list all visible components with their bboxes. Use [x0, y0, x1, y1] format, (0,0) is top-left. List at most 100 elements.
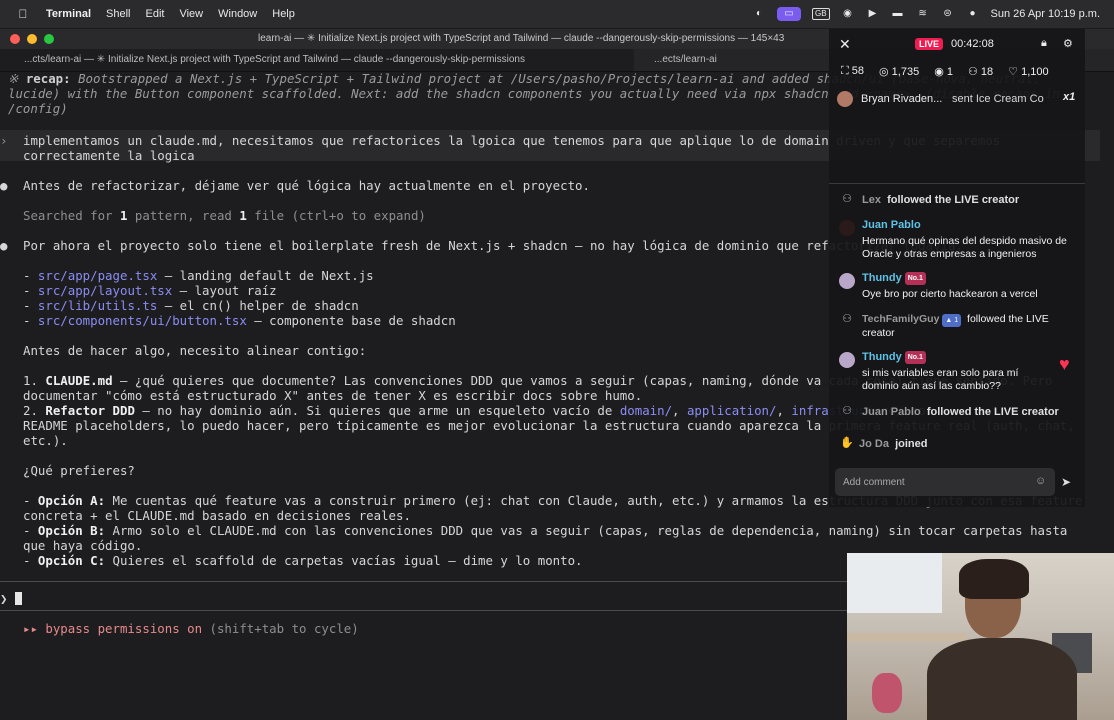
stat-followers-value: 18	[980, 66, 994, 78]
settings-icon[interactable]: ⚙	[1063, 37, 1073, 50]
file-desc: — layout raíz	[172, 283, 277, 298]
send-icon[interactable]: ➤	[1061, 475, 1071, 489]
menu-edit[interactable]: Edit	[146, 8, 165, 20]
point-2-line-1: 2. Refactor DDD — no hay dominio aún. Si…	[23, 403, 933, 418]
chat-message: followed the LIVE creator	[926, 406, 1059, 418]
privacy-indicator-icon[interactable]: ◐	[752, 8, 766, 20]
minimize-window-button[interactable]	[27, 34, 37, 44]
tab-learn-ai[interactable]: ...ects/learn-ai	[634, 49, 717, 71]
menu-help[interactable]: Help	[272, 8, 295, 20]
file-path[interactable]: src/lib/utils.ts	[38, 298, 157, 313]
streamer-hair	[959, 559, 1029, 599]
stat-followers: ⚇ 18	[968, 65, 993, 78]
screen-mirror-icon[interactable]: ▭	[776, 7, 801, 21]
user-icon[interactable]: ●	[966, 8, 980, 20]
user-message-line-2: correctamente la logica	[23, 148, 195, 163]
level-badge: ▲ 1	[942, 314, 962, 327]
point-2-number: 2.	[23, 403, 46, 418]
menubar-clock[interactable]: Sun 26 Apr 10:19 p.m.	[991, 8, 1100, 20]
chat-username-row: Thundy No.1	[862, 272, 926, 285]
gift-sender: Bryan Rivaden...	[861, 93, 943, 105]
chat-item-text: Jo Da joined	[859, 438, 927, 451]
chat-username: TechFamilyGuy	[862, 313, 940, 325]
point-1-line-2: documentar "cómo está estructurado X" an…	[23, 388, 643, 403]
point-2-text: — no hay dominio aún. Si quieres que arm…	[134, 403, 620, 418]
option-b-line-1: - Opción B: Armo solo el CLAUDE.md con l…	[23, 523, 1068, 538]
stat-views-value: 1,735	[891, 66, 920, 78]
assistant-line-2: Por ahora el proyecto solo tiene el boil…	[23, 238, 963, 253]
menu-window[interactable]: Window	[218, 8, 257, 20]
search-text-2: pattern, read	[127, 208, 240, 223]
chat-item-text: TechFamilyGuy ▲ 1 followed the LIVE creat…	[862, 313, 1072, 340]
prompt-line[interactable]: ❯	[0, 591, 22, 606]
battery-icon[interactable]: ▬	[891, 8, 905, 20]
search-text-1: Searched for	[23, 208, 120, 223]
stat-likes: ♡ 1,100	[1008, 65, 1048, 78]
stat-coins: ◉ 1	[934, 65, 953, 78]
level-value: 1	[954, 317, 959, 324]
path-domain: domain/	[619, 403, 673, 418]
tab-claude[interactable]: ...cts/learn-ai — ✳ Initialize Next.js p…	[0, 49, 634, 71]
file-path[interactable]: src/app/layout.tsx	[38, 283, 172, 298]
close-window-button[interactable]	[10, 34, 20, 44]
point-1-number: 1.	[23, 373, 46, 388]
point-1-title: CLAUDE.md	[45, 373, 113, 388]
rank-badge: No.1	[904, 272, 926, 285]
control-center-icon[interactable]: ⊜	[941, 8, 955, 20]
search-summary: Searched for 1 pattern, read 1 file (ctr…	[23, 208, 426, 223]
bypass-label: ▸▸ bypass permissions on	[23, 621, 203, 636]
chat-username: Thundy	[862, 351, 902, 363]
file-path[interactable]: src/components/ui/button.tsx	[38, 313, 247, 328]
stat-views: ◎ 1,735	[879, 65, 919, 78]
file-item: - src/app/page.tsx — landing default de …	[23, 268, 374, 283]
coin-icon: ◉	[934, 66, 947, 78]
follower-icon: ⚇	[967, 66, 981, 78]
user-icon: ⚇	[842, 405, 852, 417]
chat-message: followed the LIVE creator	[887, 194, 1020, 206]
chat-username: Juan Pablo	[862, 219, 921, 231]
emoji-icon[interactable]: ☺	[1035, 475, 1046, 487]
wave-hand-icon: ✋	[840, 437, 854, 449]
chat-username: Juan Pablo	[862, 406, 921, 418]
chat-divider	[829, 183, 1085, 184]
lock-icon[interactable]: 🔒︎	[1041, 37, 1047, 50]
apple-icon[interactable]: 	[16, 7, 30, 21]
keyboard-layout-badge[interactable]: GB	[811, 8, 830, 20]
option-b-line-2: que haya código.	[23, 538, 143, 553]
prompt-chevron-icon: ❯	[0, 591, 8, 606]
chat-message: si mis variables eran solo para mí domin…	[862, 367, 1019, 392]
chat-item-text: Lex followed the LIVE creator	[862, 194, 1019, 207]
zoom-window-button[interactable]	[44, 34, 54, 44]
chat-username: Thundy	[862, 272, 902, 284]
comment-input[interactable]: Add comment ☺	[835, 468, 1055, 496]
play-icon[interactable]: ▶	[866, 8, 880, 20]
recap-line-3: /config)	[8, 101, 68, 116]
live-badge: LIVE	[915, 38, 944, 50]
comma: ,	[776, 403, 792, 418]
recap-label: recap:	[25, 71, 71, 86]
user-icon: ⚇	[842, 313, 852, 325]
menu-view[interactable]: View	[179, 8, 203, 20]
comma: ,	[672, 403, 687, 418]
stat-viewers-value: 58	[851, 65, 865, 77]
live-timer: 00:42:08	[951, 38, 994, 50]
file-path[interactable]: src/app/page.tsx	[38, 268, 157, 283]
close-icon[interactable]: ✕	[839, 36, 851, 53]
file-desc: — el cn() helper de shadcn	[157, 298, 359, 313]
option-b-label: Opción B:	[37, 523, 106, 538]
menu-shell[interactable]: Shell	[106, 8, 130, 20]
chat-username-row: Thundy No.1	[862, 351, 926, 364]
record-icon[interactable]: ◉	[841, 8, 855, 20]
chat-message: Hermano qué opinas del despido masivo de…	[862, 235, 1067, 260]
chat-message: joined	[895, 438, 928, 450]
assistant-line-1: Antes de refactorizar, déjame ver qué ló…	[23, 178, 590, 193]
avatar	[837, 91, 853, 107]
stat-likes-value: 1,100	[1021, 66, 1049, 78]
menu-app-terminal[interactable]: Terminal	[46, 8, 91, 20]
path-application: application/	[686, 403, 777, 418]
point-2-line-3: etc.).	[23, 433, 68, 448]
window-title: learn-ai — ✳ Initialize Next.js project …	[258, 33, 785, 44]
bullet-icon: ●	[0, 238, 8, 253]
point-2-title: Refactor DDD	[45, 403, 135, 418]
wifi-icon[interactable]: ≋	[916, 8, 930, 20]
